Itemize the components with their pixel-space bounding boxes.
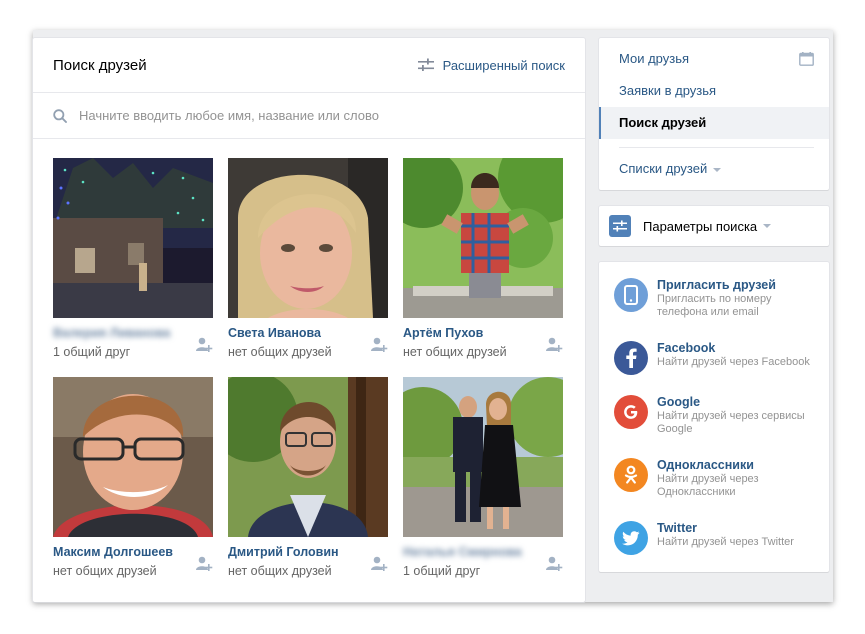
search-parameters-button[interactable]: Параметры поиска — [599, 206, 829, 246]
friend-card: Света Иванова нет общих друзей — [228, 158, 388, 359]
calendar-icon[interactable] — [799, 52, 814, 66]
advanced-search-label: Расширенный поиск — [442, 57, 565, 73]
friends-nav: Мои друзья Заявки в друзья Поиск друзей … — [599, 38, 829, 190]
sliders-icon — [417, 58, 434, 71]
google-icon — [614, 395, 648, 429]
invite-title: Twitter — [657, 521, 698, 535]
invite-panel: Пригласить друзей Пригласить по номеру т… — [599, 262, 829, 572]
friend-card: Наталья Смирнова 1 общий друг — [403, 377, 563, 578]
friend-card: Максим Долгошеев нет общих друзей — [53, 377, 213, 578]
search-input[interactable] — [79, 108, 519, 123]
mutual-friends: 1 общий друг — [403, 564, 481, 578]
add-friend-icon[interactable] — [545, 555, 563, 573]
friend-photo[interactable] — [228, 158, 388, 318]
search-icon — [53, 108, 67, 123]
add-friend-icon[interactable] — [195, 336, 213, 354]
friend-photo[interactable] — [53, 377, 213, 537]
twitter-icon — [614, 521, 648, 555]
invite-desc: Найти друзей через Одноклассники — [657, 473, 759, 498]
facebook-icon — [614, 341, 648, 375]
friend-card: Валерия Ливанова 1 общий друг — [53, 158, 213, 359]
invite-item-odnoklassniki[interactable]: Одноклассники Найти друзей через Однокла… — [614, 458, 824, 499]
friend-card: Артём Пухов нет общих друзей — [403, 158, 563, 359]
results-grid: Валерия Ливанова 1 общий друг Света Иван… — [53, 158, 563, 578]
nav-find-friends[interactable]: Поиск друзей — [599, 107, 829, 139]
nav-my-friends-label: Мои друзья — [619, 51, 690, 66]
friend-name[interactable]: Света Иванова — [228, 326, 388, 342]
sliders-icon — [609, 215, 631, 237]
add-friend-icon[interactable] — [195, 555, 213, 573]
invite-desc: Пригласить по номеру телефона или email — [657, 293, 772, 318]
divider — [619, 147, 814, 148]
add-friend-icon[interactable] — [370, 336, 388, 354]
nav-friend-requests[interactable]: Заявки в друзья — [599, 75, 829, 107]
invite-title: Google — [657, 395, 701, 409]
invite-desc: Найти друзей через Twitter — [657, 536, 794, 548]
friend-name[interactable]: Максим Долгошеев — [53, 545, 213, 561]
odnoklassniki-icon — [614, 458, 648, 492]
nav-my-friends[interactable]: Мои друзья — [599, 43, 829, 75]
search-parameters-label: Параметры поиска — [643, 218, 758, 234]
invite-desc: Найти друзей через сервисы Google — [657, 410, 805, 435]
mutual-friends: нет общих друзей — [53, 564, 157, 578]
nav-search-label: Поиск друзей — [619, 115, 707, 130]
friend-name[interactable]: Наталья Смирнова — [403, 545, 563, 561]
invite-title: Пригласить друзей — [657, 278, 776, 292]
advanced-search-link[interactable]: Расширенный поиск — [417, 57, 565, 73]
chevron-down-icon — [713, 167, 722, 172]
add-friend-icon[interactable] — [370, 555, 388, 573]
invite-item-google[interactable]: Google Найти друзей через сервисы Google — [614, 395, 824, 436]
mutual-friends: нет общих друзей — [228, 345, 332, 359]
panel-header: Поиск друзей Расширенный поиск — [33, 38, 585, 93]
friend-photo[interactable] — [403, 377, 563, 537]
invite-item-phone[interactable]: Пригласить друзей Пригласить по номеру т… — [614, 278, 824, 319]
friend-name[interactable]: Дмитрий Головин — [228, 545, 388, 561]
invite-title: Facebook — [657, 341, 716, 355]
search-bar — [33, 93, 585, 139]
friend-name[interactable]: Валерия Ливанова — [53, 326, 213, 342]
invite-item-facebook[interactable]: Facebook Найти друзей через Facebook — [614, 341, 824, 375]
mutual-friends: нет общих друзей — [403, 345, 507, 359]
friend-photo[interactable] — [53, 158, 213, 318]
invite-desc: Найти друзей через Facebook — [657, 356, 810, 368]
page-title: Поиск друзей — [53, 56, 147, 74]
friend-search-panel: Поиск друзей Расширенный поиск Начните в… — [33, 38, 585, 602]
friends-page: Поиск друзей Расширенный поиск Начните в… — [33, 30, 833, 602]
mutual-friends: 1 общий друг — [53, 345, 131, 359]
invite-item-twitter[interactable]: Twitter Найти друзей через Twitter — [614, 521, 824, 555]
add-friend-icon[interactable] — [545, 336, 563, 354]
invite-title: Одноклассники — [657, 458, 754, 472]
friend-photo[interactable] — [228, 377, 388, 537]
friend-photo[interactable] — [403, 158, 563, 318]
friend-name[interactable]: Артём Пухов — [403, 326, 563, 342]
nav-friend-lists[interactable]: Списки друзей — [599, 153, 829, 185]
mutual-friends: нет общих друзей — [228, 564, 332, 578]
chevron-down-icon — [763, 224, 772, 228]
nav-requests-label: Заявки в друзья — [619, 83, 717, 98]
phone-icon — [614, 278, 648, 312]
nav-lists-label: Списки друзей — [619, 161, 708, 176]
friend-card: Дмитрий Головин нет общих друзей — [228, 377, 388, 578]
